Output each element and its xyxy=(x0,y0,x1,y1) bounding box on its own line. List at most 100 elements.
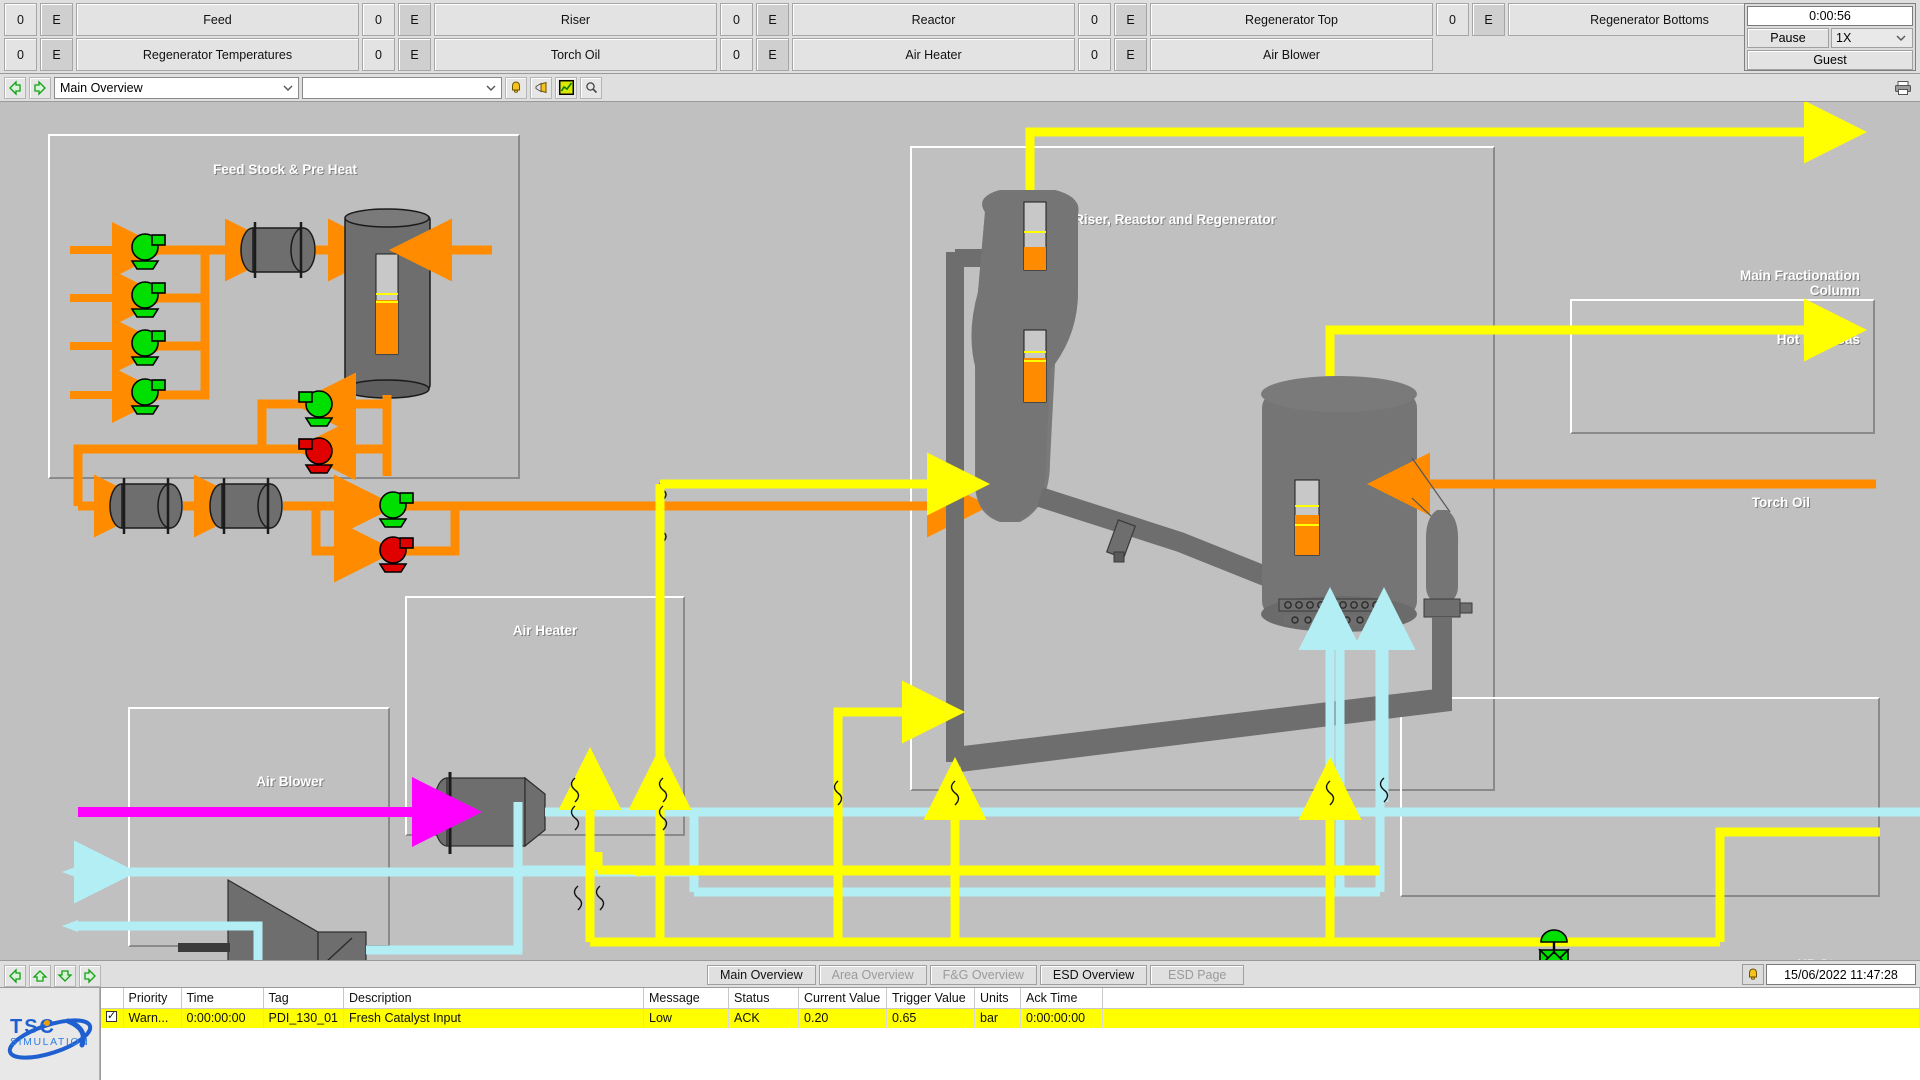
group-box-air-blower xyxy=(128,707,390,947)
alarm-time: 0:00:00:00 xyxy=(181,1008,264,1028)
alarm-message: Low xyxy=(643,1008,730,1028)
arrow-up-icon[interactable] xyxy=(29,965,51,987)
alarm-priority: Warn... xyxy=(123,1008,182,1028)
label-hot-flue-gas: Hot Flue Gas xyxy=(1776,332,1860,347)
group-button-torch-oil[interactable]: Torch Oil xyxy=(434,38,717,71)
group-e-regenerator-bottoms[interactable]: E xyxy=(1472,3,1505,36)
group-summary-bar: 0 E Feed 0 E Riser 0 E Reactor 0 E Regen… xyxy=(0,0,1920,74)
group-row-2: 0 E Regenerator Temperatures 0 E Torch O… xyxy=(4,38,1436,71)
group-row-1: 0 E Feed 0 E Riser 0 E Reactor 0 E Regen… xyxy=(4,3,1794,36)
col-filler xyxy=(1102,988,1920,1009)
title-feed-stock: Feed Stock & Pre Heat xyxy=(212,162,358,177)
group-button-air-blower[interactable]: Air Blower xyxy=(1150,38,1433,71)
group-button-regenerator-top[interactable]: Regenerator Top xyxy=(1150,3,1433,36)
arrow-left-icon[interactable] xyxy=(4,965,26,987)
arrow-down-icon[interactable] xyxy=(54,965,76,987)
navigation-bar: Main Overview xyxy=(0,74,1920,102)
tab-main-overview[interactable]: Main Overview xyxy=(707,965,816,985)
title-riser-reactor-regenerator: Riser, Reactor and Regenerator xyxy=(1074,212,1276,227)
horn-icon[interactable] xyxy=(530,76,552,99)
page-select[interactable]: Main Overview xyxy=(54,76,299,99)
page-tab-bar: Main Overview Area Overview F&G Overview… xyxy=(0,960,1920,988)
alarm-current-value: 0.20 xyxy=(798,1008,888,1028)
col-units[interactable]: Units xyxy=(974,988,1022,1009)
alarm-units: bar xyxy=(974,1008,1022,1028)
simulation-control-panel: 0:00:56 Pause 1X Guest xyxy=(1744,3,1916,71)
group-button-reactor[interactable]: Reactor xyxy=(792,3,1075,36)
col-priority[interactable]: Priority xyxy=(123,988,182,1009)
group-e-air-heater[interactable]: E xyxy=(756,38,789,71)
alarm-ack-time: 0:00:00:00 xyxy=(1020,1008,1104,1028)
col-status[interactable]: Status xyxy=(728,988,800,1009)
pump-charge-running xyxy=(378,491,414,528)
group-e-riser[interactable]: E xyxy=(398,3,431,36)
group-count-riser[interactable]: 0 xyxy=(362,3,395,36)
tab-area-overview[interactable]: Area Overview xyxy=(818,965,927,985)
alarm-status: ACK xyxy=(728,1008,800,1028)
alarm-header-row: Priority Time Tag Description Message St… xyxy=(101,988,1920,1009)
alarm-ack-checkbox[interactable] xyxy=(101,1008,124,1028)
system-datetime: 15/06/2022 11:47:28 xyxy=(1766,964,1916,985)
tsc-simulation-logo: TSC SIMULATION xyxy=(0,988,100,1080)
alarm-trigger-value: 0.65 xyxy=(886,1008,976,1028)
logo-line-1: TSC xyxy=(10,1016,56,1038)
col-message[interactable]: Message xyxy=(643,988,730,1009)
tab-esd-overview[interactable]: ESD Overview xyxy=(1039,965,1148,985)
group-button-regenerator-temperatures[interactable]: Regenerator Temperatures xyxy=(76,38,359,71)
arrow-right-icon[interactable] xyxy=(79,965,101,987)
group-e-reactor[interactable]: E xyxy=(756,3,789,36)
col-tag[interactable]: Tag xyxy=(263,988,345,1009)
col-ack-time[interactable]: Ack Time xyxy=(1020,988,1104,1009)
user-button[interactable]: Guest xyxy=(1747,50,1913,70)
group-button-feed[interactable]: Feed xyxy=(76,3,359,36)
speed-select[interactable]: 1X xyxy=(1831,28,1913,48)
chevron-down-icon xyxy=(1895,32,1907,47)
alarm-bell-icon[interactable] xyxy=(1742,964,1764,985)
group-count-air-blower[interactable]: 0 xyxy=(1078,38,1111,71)
secondary-select[interactable] xyxy=(302,76,502,99)
group-count-air-heater[interactable]: 0 xyxy=(720,38,753,71)
tab-fg-overview[interactable]: F&G Overview xyxy=(929,965,1037,985)
group-count-regenerator-top[interactable]: 0 xyxy=(1078,3,1111,36)
col-description[interactable]: Description xyxy=(343,988,645,1009)
col-time[interactable]: Time xyxy=(181,988,264,1009)
label-main-fractionation-column: Main Fractionation Column xyxy=(1739,268,1860,298)
col-trigger-value[interactable]: Trigger Value xyxy=(886,988,976,1009)
group-box-riser-reactor-regenerator xyxy=(910,146,1495,791)
search-icon[interactable] xyxy=(580,76,602,99)
tab-list: Main Overview Area Overview F&G Overview… xyxy=(707,965,1247,985)
alarm-bell-icon[interactable] xyxy=(505,76,527,99)
group-e-regenerator-temperatures[interactable]: E xyxy=(40,38,73,71)
group-count-regenerator-temperatures[interactable]: 0 xyxy=(4,38,37,71)
group-count-torch-oil[interactable]: 0 xyxy=(362,38,395,71)
table-row[interactable]: Warn... 0:00:00:00 PDI_130_01 Fresh Cata… xyxy=(101,1008,1920,1028)
hmi-window: 0 E Feed 0 E Riser 0 E Reactor 0 E Regen… xyxy=(0,0,1920,1080)
alarm-description: Fresh Catalyst Input xyxy=(343,1008,645,1028)
page-select-value: Main Overview xyxy=(60,80,143,95)
hp-steam-control-valve xyxy=(1538,929,1570,960)
speed-value: 1X xyxy=(1836,31,1852,45)
alarm-table: Priority Time Tag Description Message St… xyxy=(101,988,1920,1028)
group-e-feed[interactable]: E xyxy=(40,3,73,36)
alarm-panel: TSC SIMULATION Priority Time Tag Descrip… xyxy=(0,988,1920,1080)
printer-icon[interactable] xyxy=(1892,78,1914,98)
title-air-blower: Air Blower xyxy=(256,774,324,789)
chevron-down-icon xyxy=(282,82,294,97)
tab-esd-page[interactable]: ESD Page xyxy=(1150,965,1245,985)
alarm-list[interactable]: Priority Time Tag Description Message St… xyxy=(100,988,1920,1080)
nav-back-button[interactable] xyxy=(4,76,26,99)
group-e-torch-oil[interactable]: E xyxy=(398,38,431,71)
group-count-regenerator-bottoms[interactable]: 0 xyxy=(1436,3,1469,36)
nav-forward-button[interactable] xyxy=(29,76,51,99)
status-right: 15/06/2022 11:47:28 xyxy=(1742,964,1916,985)
group-count-reactor[interactable]: 0 xyxy=(720,3,753,36)
group-count-feed[interactable]: 0 xyxy=(4,3,37,36)
group-e-air-blower[interactable]: E xyxy=(1114,38,1147,71)
group-box-feed-stock xyxy=(48,134,520,479)
trend-chart-icon[interactable] xyxy=(555,76,577,99)
col-current-value[interactable]: Current Value xyxy=(798,988,888,1009)
group-button-riser[interactable]: Riser xyxy=(434,3,717,36)
group-e-regenerator-top[interactable]: E xyxy=(1114,3,1147,36)
pause-button[interactable]: Pause xyxy=(1747,28,1829,48)
group-button-air-heater[interactable]: Air Heater xyxy=(792,38,1075,71)
